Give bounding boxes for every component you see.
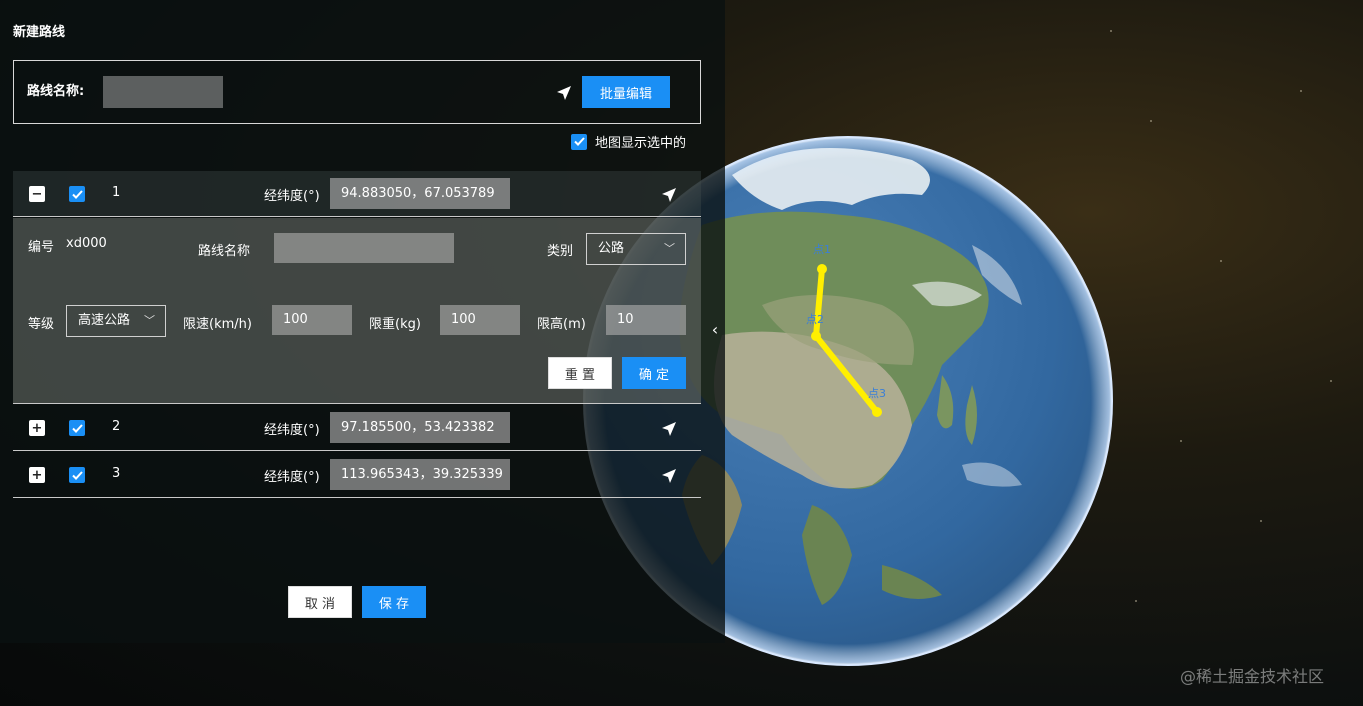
- confirm-button[interactable]: 确 定: [622, 357, 686, 389]
- expand-icon[interactable]: +: [29, 467, 45, 483]
- coord-label-3: 经纬度(°): [264, 470, 320, 485]
- reset-button[interactable]: 重 置: [548, 357, 612, 389]
- point-index-3: 3: [112, 466, 121, 481]
- detail-route-name-input[interactable]: [274, 233, 454, 263]
- coord-input-2[interactable]: 97.185500，53.423382: [330, 412, 510, 443]
- new-route-panel: 新建路线 路线名称: 批量编辑 地图显示选中的 − 1 经纬度(°) 94.88…: [0, 0, 725, 643]
- watermark: @稀土掘金技术社区: [1180, 667, 1325, 686]
- panel-title: 新建路线: [13, 25, 66, 40]
- weight-input[interactable]: 100: [440, 305, 520, 335]
- check-icon: [71, 423, 83, 433]
- speed-input[interactable]: 100: [272, 305, 352, 335]
- point-index-1: 1: [112, 185, 121, 200]
- coord-label-2: 经纬度(°): [264, 423, 320, 438]
- coord-input-1[interactable]: 94.883050，67.053789: [330, 178, 510, 209]
- route-point-label-3: 点3: [868, 387, 886, 400]
- point-checkbox-3[interactable]: [69, 467, 85, 483]
- route-point-label-1: 点1: [813, 243, 831, 256]
- point-checkbox-2[interactable]: [69, 420, 85, 436]
- route-point-label-2: 点2: [806, 313, 824, 326]
- collapse-icon[interactable]: −: [29, 186, 45, 202]
- category-label: 类别: [547, 244, 574, 259]
- send-icon[interactable]: [659, 419, 679, 439]
- check-icon: [71, 470, 83, 480]
- speed-label: 限速(km/h): [183, 317, 252, 332]
- coord-label-1: 经纬度(°): [264, 189, 320, 204]
- check-icon: [573, 137, 585, 146]
- show-selected-label: 地图显示选中的: [595, 136, 687, 151]
- route-name-label: 路线名称:: [27, 84, 85, 99]
- point-index-2: 2: [112, 419, 121, 434]
- point-checkbox-1[interactable]: [69, 186, 85, 202]
- chevron-down-icon: ﹀: [144, 314, 155, 327]
- height-label: 限高(m): [537, 317, 586, 332]
- check-icon: [71, 189, 83, 199]
- route-point-2[interactable]: [811, 331, 821, 341]
- route-name-input[interactable]: [103, 76, 223, 108]
- save-button[interactable]: 保 存: [362, 586, 426, 618]
- grade-select[interactable]: 高速公路 ﹀: [66, 305, 166, 337]
- detail-route-name-label: 路线名称: [198, 244, 251, 259]
- point-detail-form: 编号 xd000 路线名称 类别 公路 ﹀ 等级 高速公路 ﹀ 限速(km/h)…: [13, 218, 701, 404]
- expand-icon[interactable]: +: [29, 420, 45, 436]
- send-icon[interactable]: [659, 466, 679, 486]
- send-icon[interactable]: [659, 185, 679, 205]
- grade-label: 等级: [28, 317, 55, 332]
- batch-edit-button[interactable]: 批量编辑: [582, 76, 670, 108]
- category-select[interactable]: 公路 ﹀: [586, 233, 686, 265]
- chevron-down-icon: ﹀: [664, 242, 675, 255]
- height-input[interactable]: 10: [606, 305, 686, 335]
- show-selected-toggle[interactable]: 地图显示选中的: [571, 132, 686, 151]
- send-icon[interactable]: [554, 83, 574, 103]
- collapse-panel-icon[interactable]: ‹: [705, 310, 725, 348]
- route-name-box: 路线名称: 批量编辑: [13, 60, 701, 124]
- route-point-1[interactable]: [817, 264, 827, 274]
- weight-label: 限重(kg): [369, 317, 421, 332]
- category-value: 公路: [598, 241, 625, 256]
- id-value: xd000: [66, 236, 107, 251]
- id-label: 编号: [28, 240, 55, 255]
- point-row-3: + 3 经纬度(°) 113.965343，39.325339: [13, 452, 701, 498]
- point-row-2: + 2 经纬度(°) 97.185500，53.423382: [13, 405, 701, 451]
- cancel-button[interactable]: 取 消: [288, 586, 352, 618]
- point-row-1: − 1 经纬度(°) 94.883050，67.053789: [13, 171, 701, 217]
- route-point-3[interactable]: [872, 407, 882, 417]
- show-selected-checkbox[interactable]: [571, 133, 587, 150]
- grade-value: 高速公路: [78, 313, 131, 328]
- coord-input-3[interactable]: 113.965343，39.325339: [330, 459, 510, 490]
